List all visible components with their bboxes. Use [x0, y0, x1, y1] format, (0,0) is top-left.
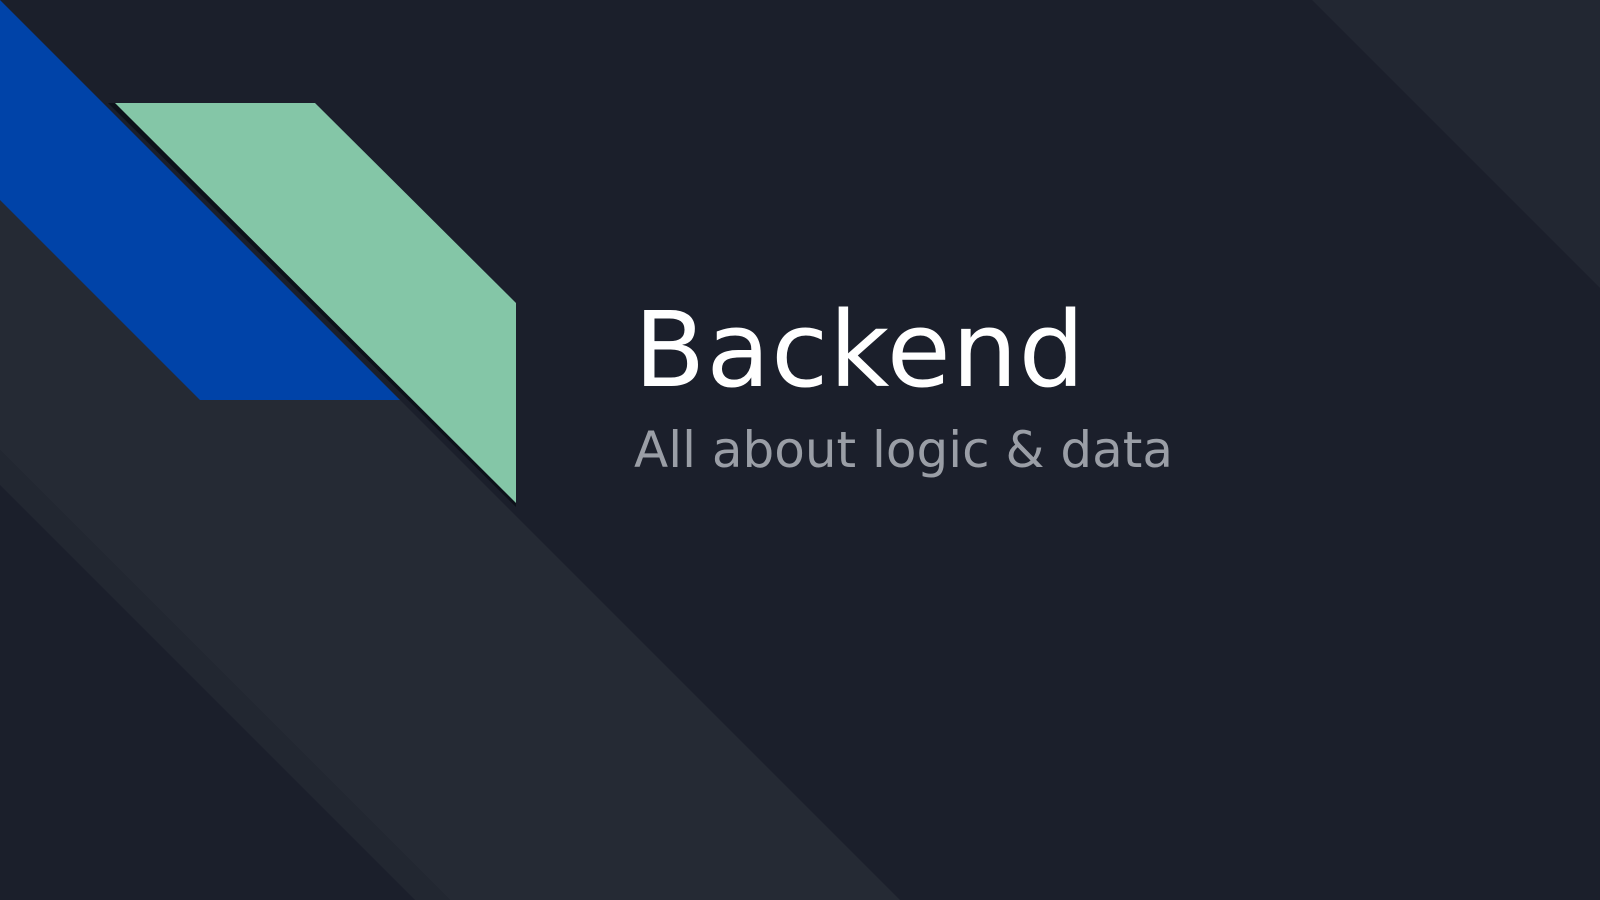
- slide-title: Backend: [634, 289, 1086, 411]
- slide-subtitle: All about logic & data: [634, 421, 1174, 479]
- presentation-slide: Backend All about logic & data: [0, 0, 1600, 900]
- top-right-stripe: [1312, 0, 1600, 288]
